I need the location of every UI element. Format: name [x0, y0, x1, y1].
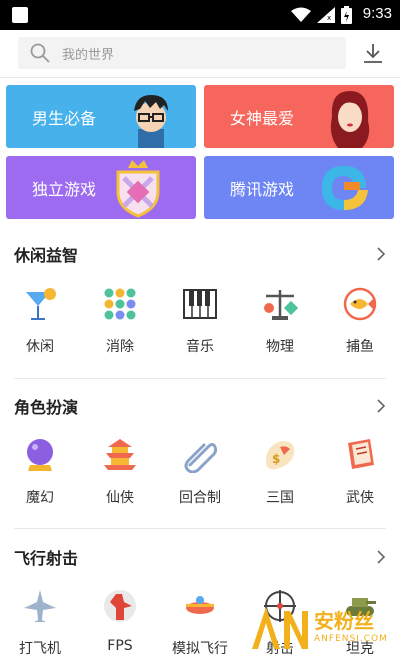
banner-label: 男生必备: [32, 105, 96, 129]
pagoda-icon: [102, 437, 138, 473]
category-grid: 休闲 消除 音乐 物理 捕鱼: [0, 286, 400, 366]
category-item[interactable]: 仙侠: [80, 437, 160, 517]
status-bar: x 9:33: [0, 0, 400, 30]
category-item[interactable]: 武侠: [320, 437, 400, 517]
search-placeholder: 我的世界: [62, 44, 114, 63]
watermark-url: ANFENSI.COM: [314, 634, 388, 644]
category-label: 魔幻: [0, 487, 80, 507]
category-label: 捕鱼: [320, 336, 400, 356]
tencent-games-logo-icon: [318, 162, 370, 214]
banner-girls[interactable]: 女神最爱: [204, 85, 394, 148]
category-label: 仙侠: [80, 487, 160, 507]
svg-text:$: $: [272, 452, 280, 466]
book-icon: [342, 437, 378, 473]
section-divider: [14, 378, 386, 379]
category-label: 物理: [240, 336, 320, 356]
notification-icon: [12, 7, 28, 23]
svg-text:x: x: [327, 14, 331, 22]
piano-icon: [182, 286, 218, 322]
category-item[interactable]: 物理: [240, 286, 320, 366]
search-input[interactable]: 我的世界: [18, 37, 346, 69]
category-item[interactable]: 捕鱼: [320, 286, 400, 366]
status-icons: x: [291, 6, 352, 24]
girl-avatar-icon: [324, 87, 374, 148]
category-label: 消除: [80, 336, 160, 356]
chevron-right-icon[interactable]: [376, 399, 386, 413]
search-icon: [30, 43, 50, 63]
paperclip-icon: [182, 437, 218, 473]
category-label: 打飞机: [0, 638, 80, 658]
chevron-right-icon[interactable]: [376, 550, 386, 564]
category-item[interactable]: 回合制: [160, 437, 240, 517]
section-divider: [14, 528, 386, 529]
category-item[interactable]: 休闲: [0, 286, 80, 366]
signal-icon: x: [317, 7, 335, 23]
section-title: 休闲益智: [14, 242, 78, 266]
category-item[interactable]: 打飞机: [0, 588, 80, 668]
banner-indie[interactable]: 独立游戏: [6, 156, 196, 219]
banner-label: 女神最爱: [230, 105, 294, 129]
section-title: 飞行射击: [14, 545, 78, 569]
category-label: 休闲: [0, 336, 80, 356]
shield-crown-icon: [110, 158, 166, 218]
status-time: 9:33: [363, 5, 392, 22]
banner-label: 独立游戏: [32, 176, 96, 200]
banner-boys[interactable]: 男生必备: [6, 85, 196, 148]
category-label: 音乐: [160, 336, 240, 356]
category-grid: 魔幻 仙侠 回合制 $ 三国 武侠: [0, 437, 400, 517]
jet-icon: [22, 588, 58, 624]
watermark-logo-icon: [248, 603, 310, 651]
category-item[interactable]: FPS: [80, 588, 160, 668]
banner-tencent[interactable]: 腾讯游戏: [204, 156, 394, 219]
download-icon[interactable]: [362, 42, 384, 64]
dots-grid-icon: [102, 286, 138, 322]
watermark-text: 安粉丝: [314, 605, 374, 634]
category-label: 三国: [240, 487, 320, 507]
wifi-icon: [291, 7, 311, 23]
shooter-icon: [102, 588, 138, 624]
section-title: 角色扮演: [14, 394, 78, 418]
scroll-icon: $: [262, 437, 298, 473]
category-item[interactable]: 消除: [80, 286, 160, 366]
balance-scale-icon: [262, 286, 298, 322]
fish-icon: [342, 286, 378, 322]
category-item[interactable]: 魔幻: [0, 437, 80, 517]
category-item[interactable]: 音乐: [160, 286, 240, 366]
cocktail-icon: [22, 286, 58, 322]
category-label: 武侠: [320, 487, 400, 507]
search-header: 我的世界: [0, 30, 400, 78]
category-label: FPS: [80, 638, 160, 654]
category-item[interactable]: $ 三国: [240, 437, 320, 517]
watermark: 安粉丝 ANFENSI.COM: [248, 601, 398, 653]
chevron-right-icon[interactable]: [376, 247, 386, 261]
plane-icon: [182, 588, 218, 624]
category-label: 模拟飞行: [160, 638, 240, 658]
crystal-ball-icon: [22, 437, 58, 473]
banner-label: 腾讯游戏: [230, 176, 294, 200]
category-item[interactable]: 模拟飞行: [160, 588, 240, 668]
boy-avatar-icon: [124, 89, 178, 148]
battery-icon: [341, 6, 352, 24]
category-label: 回合制: [160, 487, 240, 507]
